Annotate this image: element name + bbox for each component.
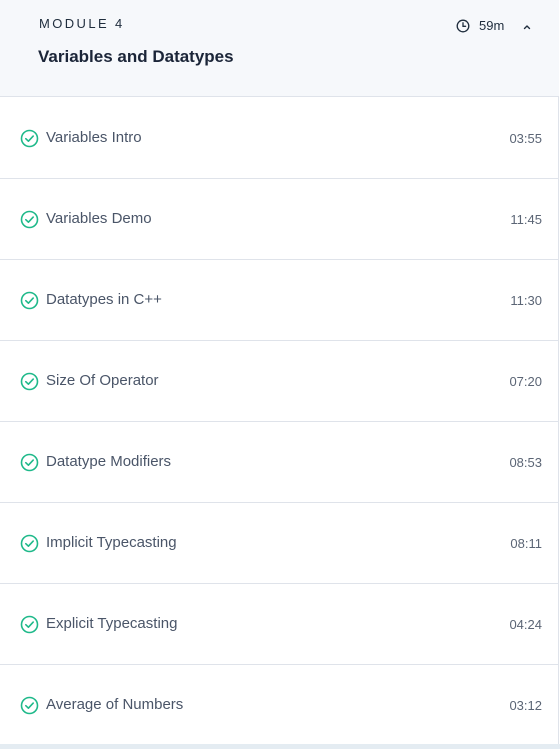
check-circle-icon: [20, 210, 39, 229]
lesson-duration: 07:20: [509, 374, 542, 389]
lesson-title: Implicit Typecasting: [46, 534, 177, 551]
check-circle-icon: [20, 453, 39, 472]
check-circle-icon: [20, 129, 39, 148]
lesson-list: Variables Intro 03:55 Variables Demo 11:…: [0, 98, 559, 745]
lesson-item[interactable]: Variables Intro 03:55: [0, 98, 559, 179]
lesson-title: Explicit Typecasting: [46, 615, 178, 632]
lesson-title: Variables Intro: [46, 129, 142, 146]
lesson-title: Datatypes in C++: [46, 291, 162, 308]
clock-icon: [456, 19, 470, 33]
lesson-title: Average of Numbers: [46, 696, 184, 713]
bottom-divider: [0, 744, 560, 749]
lesson-item[interactable]: Average of Numbers 03:12: [0, 665, 559, 745]
lesson-item[interactable]: Datatypes in C++ 11:30: [0, 260, 559, 341]
check-circle-icon: [20, 696, 39, 715]
lesson-duration: 03:12: [509, 698, 542, 713]
check-circle-icon: [20, 291, 39, 310]
lesson-duration: 04:24: [509, 617, 542, 632]
lesson-title: Datatype Modifiers: [46, 453, 172, 470]
chevron-up-icon[interactable]: [521, 20, 533, 32]
lesson-duration: 08:11: [510, 536, 542, 551]
lesson-title: Variables Demo: [46, 210, 152, 227]
lesson-duration: 08:53: [509, 455, 542, 470]
lesson-item[interactable]: Datatype Modifiers 08:53: [0, 422, 559, 503]
module-title: Variables and Datatypes: [38, 47, 234, 66]
check-circle-icon: [20, 615, 39, 634]
check-circle-icon: [20, 372, 39, 391]
lesson-duration: 11:30: [510, 293, 542, 308]
lesson-title: Size Of Operator: [46, 372, 159, 389]
lesson-duration: 11:45: [510, 212, 542, 227]
lesson-item[interactable]: Variables Demo 11:45: [0, 179, 559, 260]
module-duration: 59m: [479, 18, 505, 33]
module-header[interactable]: MODULE 4 Variables and Datatypes 59m: [0, 0, 559, 97]
lesson-item[interactable]: Size Of Operator 07:20: [0, 341, 559, 422]
module-panel: MODULE 4 Variables and Datatypes 59m Var…: [0, 0, 559, 749]
lesson-item[interactable]: Explicit Typecasting 04:24: [0, 584, 559, 665]
lesson-item[interactable]: Implicit Typecasting 08:11: [0, 503, 559, 584]
module-label: MODULE 4: [39, 16, 125, 31]
check-circle-icon: [20, 534, 39, 553]
lesson-duration: 03:55: [509, 131, 542, 146]
